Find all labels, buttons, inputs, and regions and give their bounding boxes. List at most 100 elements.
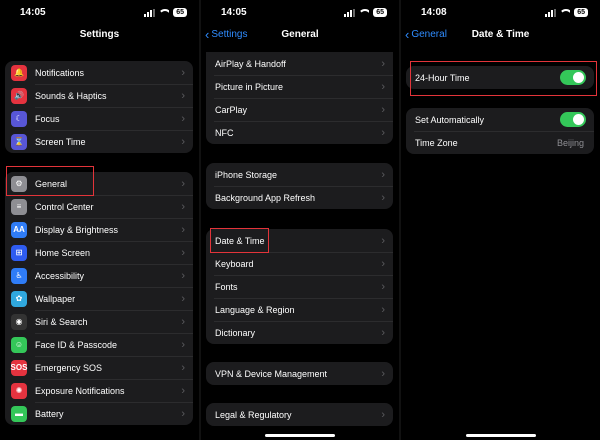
status-bar: 14:05 65 xyxy=(201,7,399,21)
general-item-iphone-storage[interactable]: iPhone Storage › xyxy=(206,163,393,186)
chevron-right-icon: › xyxy=(181,246,185,259)
sos-icon: SOS xyxy=(11,359,27,376)
settings-item-exposure-notifications[interactable]: ✺ Exposure Notifications › xyxy=(5,379,193,402)
flower-icon: ✿ xyxy=(11,290,27,307)
settings-item-label: Face ID & Passcode xyxy=(35,339,118,350)
settings-item-home-screen[interactable]: ⊞ Home Screen › xyxy=(5,241,193,264)
text-size-icon: AA xyxy=(11,221,27,238)
settings-item-siri-search[interactable]: ◉ Siri & Search › xyxy=(5,310,193,333)
settings-item-face-id-passcode[interactable]: ☺ Face ID & Passcode › xyxy=(5,333,193,356)
general-item-label: CarPlay xyxy=(215,104,248,115)
set-automatically-toggle[interactable] xyxy=(560,112,586,127)
chevron-right-icon: › xyxy=(181,292,185,305)
chevron-right-icon: › xyxy=(181,66,185,79)
general-item-vpn-device-management[interactable]: VPN & Device Management › xyxy=(206,362,393,385)
chevron-right-icon: › xyxy=(181,407,185,420)
settings-item-wallpaper[interactable]: ✿ Wallpaper › xyxy=(5,287,193,310)
settings-item-battery[interactable]: ▬ Battery › xyxy=(5,402,193,425)
home-indicator xyxy=(465,434,536,437)
settings-item-label: Siri & Search xyxy=(35,316,88,327)
page-title: General xyxy=(281,29,319,40)
chevron-right-icon: › xyxy=(381,326,385,339)
date-time-screen: 14:08 65 ‹ General Date & Time 24-Hour Ti… xyxy=(401,0,600,440)
grid-icon: ⊞ xyxy=(11,244,27,261)
settings-item-screen-time[interactable]: ⌛ Screen Time › xyxy=(5,130,193,153)
chevron-right-icon: › xyxy=(181,384,185,397)
general-item-carplay[interactable]: CarPlay › xyxy=(206,98,393,121)
settings-item-focus[interactable]: ☾ Focus › xyxy=(5,107,193,130)
settings-item-control-center[interactable]: ≡ Control Center › xyxy=(5,195,193,218)
chevron-right-icon: › xyxy=(181,200,185,213)
settings-item-emergency-sos[interactable]: SOS Emergency SOS › xyxy=(5,356,193,379)
general-item-label: Legal & Regulatory xyxy=(215,409,292,420)
set-automatically-row: Set Automatically xyxy=(406,108,594,131)
general-item-nfc[interactable]: NFC › xyxy=(206,121,393,144)
general-item-fonts[interactable]: Fonts › xyxy=(206,275,393,298)
set-automatically-label: Set Automatically xyxy=(415,114,485,125)
settings-item-label: Battery xyxy=(35,408,64,419)
general-group-4: VPN & Device Management › xyxy=(206,362,393,385)
general-item-picture-in-picture[interactable]: Picture in Picture › xyxy=(206,75,393,98)
general-item-dictionary[interactable]: Dictionary › xyxy=(206,321,393,344)
status-bar: 14:08 65 xyxy=(401,7,600,21)
chevron-right-icon: › xyxy=(181,135,185,148)
cellular-signal-icon xyxy=(545,8,557,17)
chevron-right-icon: › xyxy=(181,89,185,102)
status-time: 14:08 xyxy=(421,7,447,18)
chevron-right-icon: › xyxy=(381,408,385,421)
time-zone-row[interactable]: Time Zone Beijing xyxy=(406,131,594,154)
chevron-right-icon: › xyxy=(181,361,185,374)
settings-item-label: Wallpaper xyxy=(35,293,76,304)
chevron-right-icon: › xyxy=(381,126,385,139)
chevron-right-icon: › xyxy=(181,315,185,328)
general-item-label: NFC xyxy=(215,127,234,138)
general-group-5: Legal & Regulatory › xyxy=(206,403,393,426)
wifi-icon xyxy=(359,9,369,17)
accessibility-icon: ♿ xyxy=(11,267,27,284)
general-item-label: Fonts xyxy=(215,281,238,292)
chevron-right-icon: › xyxy=(181,338,185,351)
settings-item-label: Sounds & Haptics xyxy=(35,90,107,101)
status-time: 14:05 xyxy=(20,7,46,18)
speaker-icon: 🔊 xyxy=(11,87,27,104)
status-time: 14:05 xyxy=(221,7,247,18)
chevron-right-icon: › xyxy=(381,103,385,116)
settings-item-display-brightness[interactable]: AA Display & Brightness › xyxy=(5,218,193,241)
general-item-airplay-handoff[interactable]: AirPlay & Handoff › xyxy=(206,52,393,75)
chevron-right-icon: › xyxy=(181,112,185,125)
switches-icon: ≡ xyxy=(11,198,27,215)
face-id-icon: ☺ xyxy=(11,336,27,353)
general-item-label: Keyboard xyxy=(215,258,254,269)
general-item-legal-regulatory[interactable]: Legal & Regulatory › xyxy=(206,403,393,426)
highlight-general xyxy=(6,166,94,196)
general-item-label: Dictionary xyxy=(215,327,256,338)
general-item-background-app-refresh[interactable]: Background App Refresh › xyxy=(206,186,393,209)
chevron-right-icon: › xyxy=(381,257,385,270)
settings-item-label: Screen Time xyxy=(35,136,86,147)
settings-item-sounds-haptics[interactable]: 🔊 Sounds & Haptics › xyxy=(5,84,193,107)
chevron-right-icon: › xyxy=(381,303,385,316)
general-group-1: AirPlay & Handoff › Picture in Picture › Car… xyxy=(206,52,393,144)
highlight-date-time xyxy=(210,228,269,253)
exposure-icon: ✺ xyxy=(11,382,27,399)
chevron-right-icon: › xyxy=(381,57,385,70)
chevron-right-icon: › xyxy=(381,367,385,380)
settings-item-notifications[interactable]: 🔔 Notifications › xyxy=(5,61,193,84)
auto-group: Set Automatically Time Zone Beijing xyxy=(406,108,594,154)
chevron-right-icon: › xyxy=(181,223,185,236)
status-bar: 14:05 65 xyxy=(0,7,199,21)
battery-indicator: 65 xyxy=(373,8,387,17)
settings-item-label: Control Center xyxy=(35,201,94,212)
chevron-right-icon: › xyxy=(381,234,385,247)
settings-item-accessibility[interactable]: ♿ Accessibility › xyxy=(5,264,193,287)
general-item-language-region[interactable]: Language & Region › xyxy=(206,298,393,321)
general-item-label: VPN & Device Management xyxy=(215,368,328,379)
settings-group-1: 🔔 Notifications › 🔊 Sounds & Haptics › ☾ Focus ›… xyxy=(5,61,193,153)
chevron-right-icon: › xyxy=(381,280,385,293)
battery-indicator: 65 xyxy=(173,8,187,17)
hourglass-icon: ⌛ xyxy=(11,133,27,150)
settings-item-label: Notifications xyxy=(35,67,85,78)
general-group-2: iPhone Storage › Background App Refresh › xyxy=(206,163,393,209)
general-item-keyboard[interactable]: Keyboard › xyxy=(206,252,393,275)
general-screen: 14:05 65 ‹ Settings General AirPlay & Han… xyxy=(201,0,399,440)
